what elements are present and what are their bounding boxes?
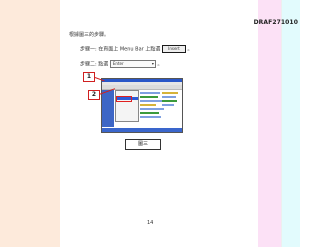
enter-dropdown-image: Enter ▾	[109, 60, 156, 68]
open-menu	[115, 90, 139, 122]
list-item	[140, 100, 162, 102]
enter-dropdown-label: Enter	[112, 61, 124, 66]
document-id: DRAF271010	[253, 19, 298, 26]
window-taskbar	[102, 128, 182, 132]
step-two-suffix: 。	[157, 61, 163, 68]
highlight-box	[116, 96, 132, 102]
step-one: 步驟一: 在頁面上 Menu Bar 上點選 Insert 。	[80, 45, 193, 53]
intro-text: 根據圖三的步驟。	[69, 32, 110, 38]
list-item	[140, 92, 160, 94]
list-item	[162, 92, 178, 94]
callout-1: 1	[83, 72, 95, 82]
callout-2: 2	[88, 90, 100, 100]
step-one-suffix: 。	[187, 46, 193, 53]
step-two-text: 步驟二: 點選	[80, 61, 109, 68]
figure-caption: 圖三	[125, 139, 161, 150]
right-pink-band	[258, 0, 281, 247]
left-margin-band	[0, 0, 60, 247]
window-left-pane	[102, 90, 114, 127]
right-cyan-band	[282, 0, 300, 247]
page-number: 14	[147, 220, 154, 226]
list-item	[140, 108, 164, 110]
list-item	[140, 96, 158, 98]
list-item	[140, 116, 161, 118]
step-one-text: 步驟一: 在頁面上 Menu Bar 上點選	[80, 46, 161, 53]
chevron-down-icon: ▾	[151, 61, 154, 66]
list-item	[162, 96, 176, 98]
list-item	[162, 100, 177, 102]
list-item	[140, 104, 156, 106]
insert-button-image: Insert	[161, 45, 186, 53]
list-item	[140, 112, 159, 114]
screenshot-figure	[101, 78, 183, 133]
list-item	[162, 104, 174, 106]
step-two: 步驟二: 點選 Enter ▾ 。	[80, 60, 162, 68]
